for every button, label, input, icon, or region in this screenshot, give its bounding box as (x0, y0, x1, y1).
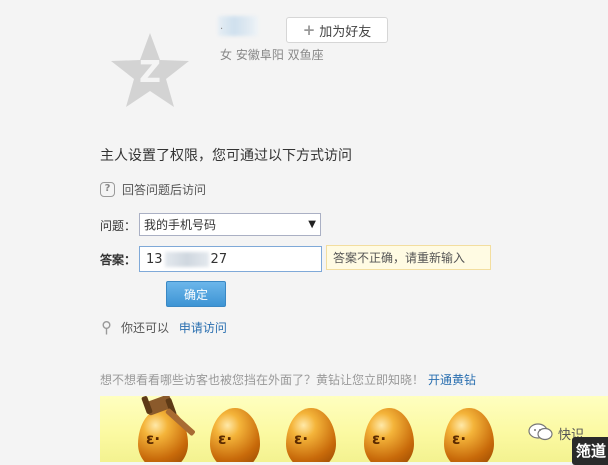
golden-egg-5: ε· (444, 408, 494, 462)
pin-icon (102, 320, 111, 334)
golden-egg-4: ε· (364, 408, 414, 462)
confirm-button[interactable]: 确定 (166, 281, 226, 307)
svg-text:Z: Z (139, 55, 161, 90)
yellow-diamond-promo: 想不想看看哪些访客也被您挡在外面了？黄钻让您立即知晓！ 开通黄钻 (100, 371, 476, 388)
profile-name: · (220, 24, 224, 35)
watermark-badge: 筂道 (572, 437, 608, 465)
promo-text: 想不想看看哪些访客也被您挡在外面了？黄钻让您立即知晓！ (100, 373, 425, 387)
open-yellow-diamond-link[interactable]: 开通黄钻 (428, 373, 476, 387)
answer-question-option: ? 回答问题后访问 (100, 181, 206, 198)
answer-error-tip: 答案不正确，请重新输入 (326, 245, 491, 270)
dropdown-arrow-icon: ▼ (308, 219, 316, 230)
answer-value-end: 27 (210, 251, 228, 267)
golden-egg-3: ε· (286, 408, 336, 462)
question-selected-value: 我的手机号码 (144, 218, 217, 232)
answer-blurred-digits (164, 251, 209, 267)
answer-mode-label: 回答问题后访问 (122, 183, 207, 197)
wechat-icon (528, 423, 553, 441)
apply-access-line: 你还可以 申请访问 (102, 319, 227, 336)
apply-access-link[interactable]: 申请访问 (179, 321, 227, 335)
apply-prefix: 你还可以 (121, 321, 170, 335)
question-select[interactable]: 我的手机号码 ▼ (139, 213, 321, 236)
profile-meta: 女 安徽阜阳 双鱼座 (220, 48, 324, 62)
default-avatar-star-icon: Z (111, 33, 189, 107)
permission-title: 主人设置了权限，您可通过以下方式访问 (100, 148, 352, 164)
profile-name-blurred (218, 16, 258, 36)
golden-egg-2: ε· (210, 408, 260, 462)
question-label: 问题： (100, 219, 137, 233)
add-friend-label: 加为好友 (319, 24, 372, 40)
answer-input[interactable]: 13 27 (139, 246, 322, 272)
hammer-icon (141, 396, 195, 436)
answer-label: 答案： (100, 253, 137, 267)
plus-icon: + (302, 21, 316, 39)
question-icon: ? (100, 182, 115, 197)
add-friend-button[interactable]: + 加为好友 (286, 17, 388, 43)
answer-value-start: 13 (146, 251, 163, 267)
